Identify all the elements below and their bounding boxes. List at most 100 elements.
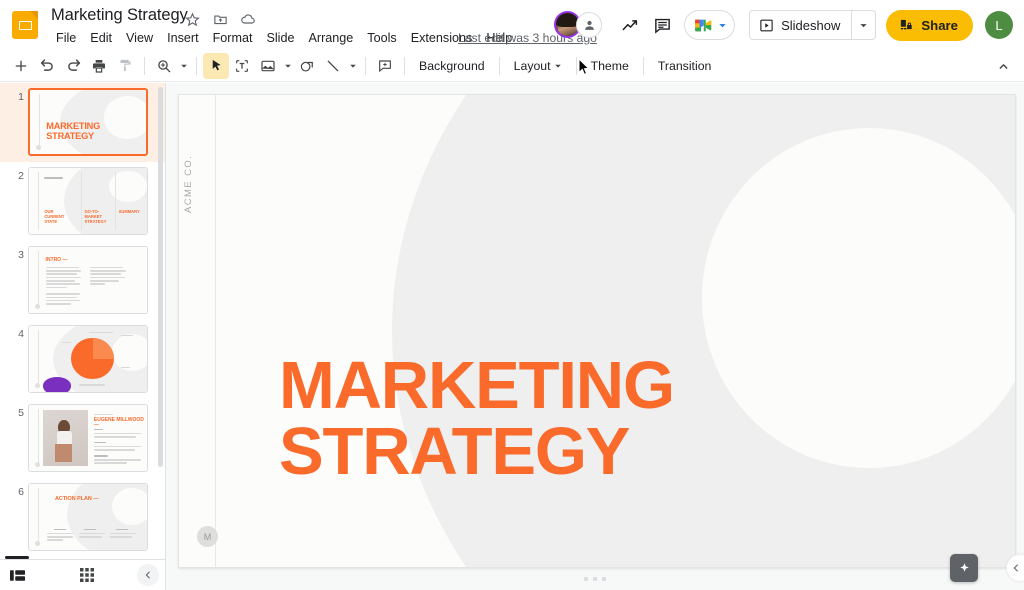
share-lock-icon — [901, 19, 913, 29]
zoom-options-caret[interactable] — [177, 53, 190, 79]
google-meet-button[interactable] — [684, 10, 736, 40]
chevron-left-icon — [1013, 564, 1018, 572]
list-item[interactable]: 4 — [0, 320, 165, 399]
add-comment-icon[interactable] — [372, 53, 398, 79]
speaker-notes-drag-handle[interactable] — [584, 577, 606, 581]
image-icon[interactable] — [255, 53, 281, 79]
image-options-caret[interactable] — [281, 53, 294, 79]
app-header: Marketing Strategy File Edit View Insert… — [0, 0, 1024, 50]
list-item[interactable]: 5 EUGENE MILLWOOD — — [0, 399, 165, 478]
slide-thumbnail-3[interactable]: INTRO — — [28, 246, 148, 314]
slide-thumbnail-1[interactable]: MARKETING STRATEGY — [28, 88, 148, 156]
thumb-photo — [43, 410, 88, 466]
redo-icon[interactable] — [60, 53, 86, 79]
explore-button[interactable] — [950, 554, 978, 582]
current-slide[interactable]: ACME CO. M MARKETING STRATEGY — [178, 94, 1016, 568]
slide-number: 2 — [18, 170, 24, 182]
menu-arrange[interactable]: Arrange — [301, 29, 360, 47]
slide-canvas[interactable]: ACME CO. M MARKETING STRATEGY — [166, 83, 1024, 590]
list-item[interactable]: 6 ACTION PLAN — — [0, 478, 165, 557]
filmstrip-view-icon[interactable] — [0, 556, 34, 589]
menu-insert[interactable]: Insert — [160, 29, 206, 47]
document-title[interactable]: Marketing Strategy — [51, 6, 188, 25]
thumb-rail — [115, 171, 117, 231]
slide-filmstrip[interactable]: 1 MARKETING STRATEGY 2 OUR CURRENT STATE… — [0, 83, 166, 559]
slide-logo-mark: M — [197, 526, 218, 547]
account-avatar[interactable]: L — [985, 11, 1013, 39]
expand-right-panel-button[interactable] — [1006, 554, 1024, 582]
slide-title[interactable]: MARKETING STRATEGY — [279, 348, 959, 486]
list-item[interactable]: 3 INTRO — — [0, 241, 165, 320]
filmstrip-scrollbar[interactable] — [158, 87, 163, 467]
filmstrip-footer — [0, 556, 166, 590]
toolbar-divider — [575, 56, 577, 75]
menu-file[interactable]: File — [49, 29, 83, 47]
new-slide-icon[interactable] — [8, 53, 34, 79]
slide-thumbnail-6[interactable]: ACTION PLAN — — [28, 483, 148, 551]
handle-dot — [593, 577, 597, 581]
thumb-title: MARKETING STRATEGY — [46, 120, 101, 142]
handle-dot — [584, 577, 588, 581]
background-button[interactable]: Background — [411, 55, 493, 77]
thumb-circle — [111, 487, 147, 525]
collapse-toolbar-icon[interactable] — [990, 53, 1016, 79]
share-button[interactable]: Share — [886, 9, 973, 41]
menu-tools[interactable]: Tools — [360, 29, 403, 47]
thumb-rail — [38, 250, 40, 310]
list-item[interactable]: 2 OUR CURRENT STATE GO-TO-MARKET STRATEG… — [0, 162, 165, 241]
slides-icon-fold — [30, 11, 38, 19]
anonymous-viewer-icon[interactable] — [576, 12, 603, 38]
thumb-purple-circle — [43, 377, 72, 392]
slideshow-button[interactable]: Slideshow — [750, 11, 851, 39]
move-to-folder-icon[interactable] — [211, 10, 229, 28]
explore-icon — [959, 562, 969, 572]
zoom-icon[interactable] — [151, 53, 177, 79]
slide-thumbnail-5[interactable]: EUGENE MILLWOOD — — [28, 404, 148, 472]
thumb-rail — [38, 329, 40, 389]
toolbar-divider — [365, 56, 366, 75]
slide-number: 1 — [18, 91, 24, 103]
slideshow-label: Slideshow — [781, 17, 841, 33]
text-box-icon[interactable] — [229, 53, 255, 79]
print-icon[interactable] — [86, 53, 112, 79]
select-icon[interactable] — [203, 52, 229, 79]
theme-button[interactable]: Theme — [583, 55, 637, 77]
slides-icon[interactable] — [12, 11, 38, 39]
undo-icon[interactable] — [34, 53, 60, 79]
star-icon[interactable] — [183, 10, 201, 28]
google-slides-window: Marketing Strategy File Edit View Insert… — [0, 0, 1024, 590]
slide-thumbnail-2[interactable]: OUR CURRENT STATE GO-TO-MARKET STRATEGY … — [28, 167, 148, 235]
slide-thumbnail-4[interactable] — [28, 325, 148, 393]
slideshow-options-caret[interactable] — [851, 11, 875, 39]
menu-edit[interactable]: Edit — [83, 29, 119, 47]
chevron-down-icon — [180, 64, 187, 68]
handle-dot — [602, 577, 606, 581]
list-item[interactable]: 1 MARKETING STRATEGY — [0, 83, 165, 162]
collapse-filmstrip-button[interactable] — [137, 564, 159, 586]
thumb-rail — [38, 171, 40, 231]
shape-icon[interactable] — [294, 53, 320, 79]
transition-button[interactable]: Transition — [650, 55, 720, 77]
chevron-down-icon — [554, 64, 561, 68]
layout-button[interactable]: Layout — [506, 55, 570, 77]
google-meet-icon — [693, 18, 714, 33]
cloud-saved-icon[interactable] — [239, 10, 257, 28]
toolbar-divider — [498, 56, 500, 75]
menu-format[interactable]: Format — [206, 29, 260, 47]
slide-brand-vertical: ACME CO. — [183, 154, 194, 213]
menu-slide[interactable]: Slide — [259, 29, 301, 47]
title-action-icons — [183, 10, 257, 28]
slide-number: 5 — [18, 407, 24, 419]
thumb-line — [44, 177, 64, 179]
line-options-caret[interactable] — [346, 53, 359, 79]
paint-format-icon[interactable] — [112, 53, 138, 79]
header-right-cluster: Slideshow Share L — [554, 0, 1024, 50]
line-icon[interactable] — [320, 53, 346, 79]
menu-view[interactable]: View — [119, 29, 160, 47]
slide-title-line-1: MARKETING — [279, 348, 675, 423]
collaborator-avatars — [554, 11, 608, 39]
grid-view-icon[interactable] — [70, 561, 104, 589]
toolbar-divider — [196, 56, 197, 75]
activity-dashboard-icon[interactable] — [614, 9, 646, 41]
comment-history-icon[interactable] — [646, 9, 678, 41]
